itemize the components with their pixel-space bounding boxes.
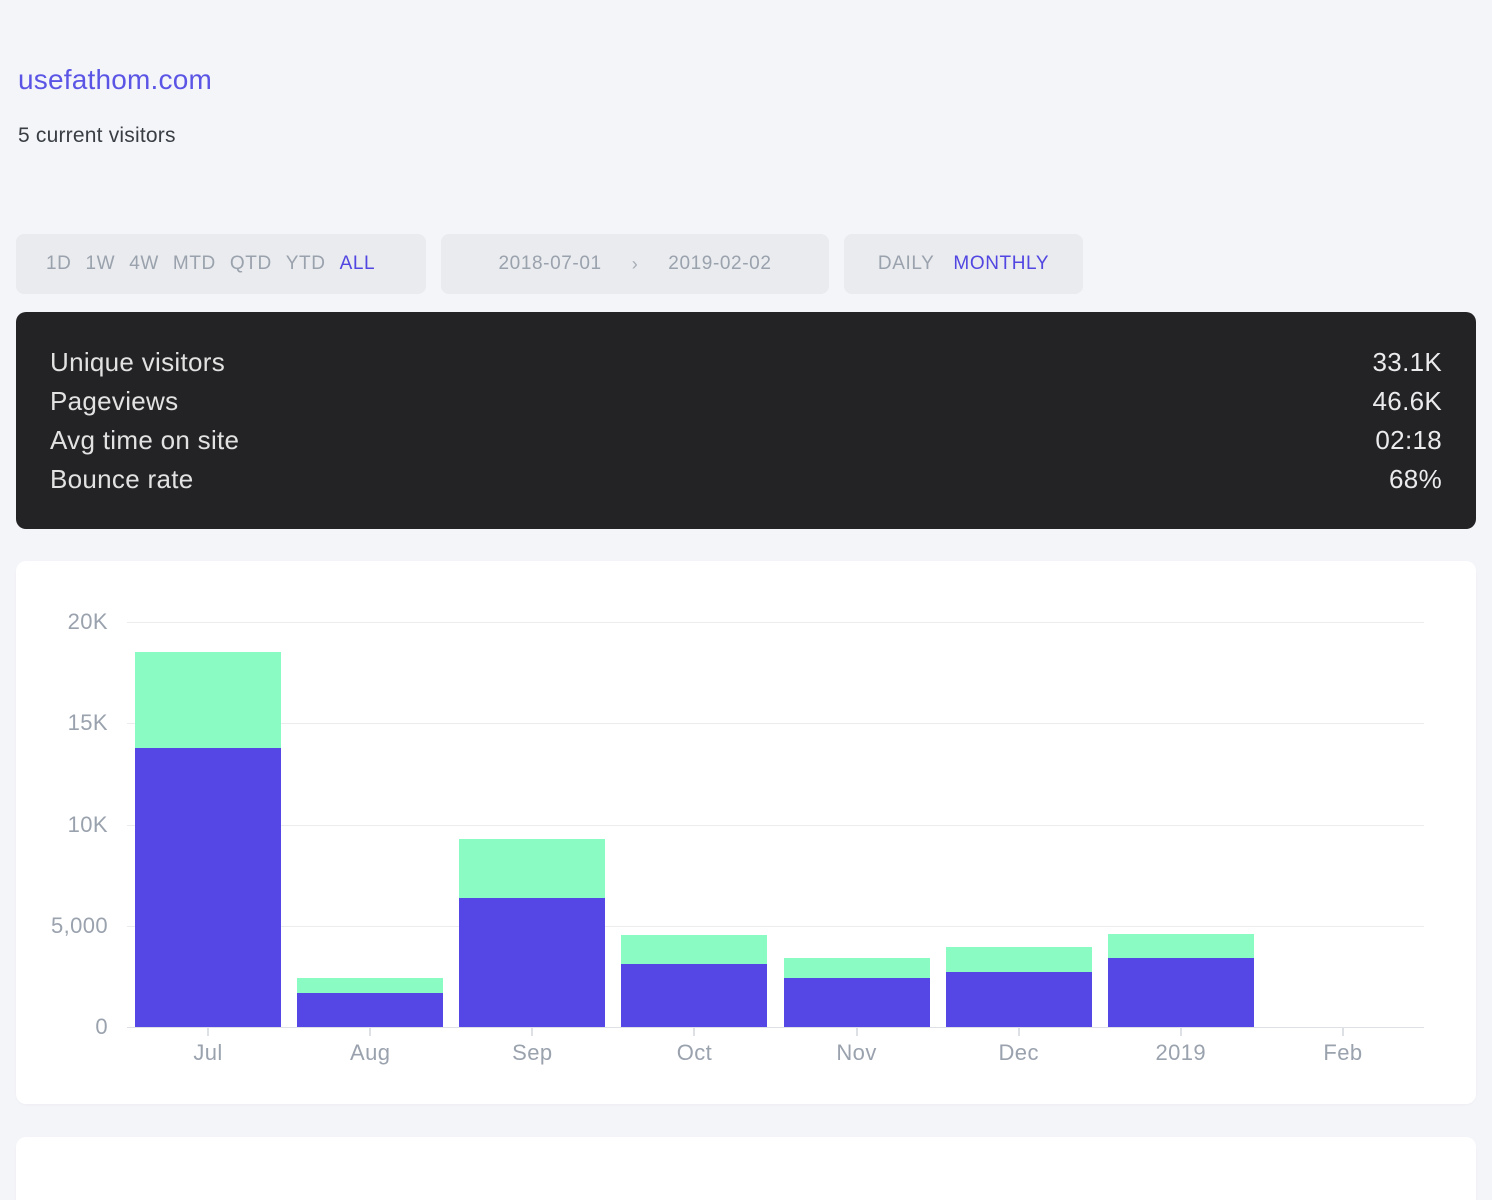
x-tick-mark (1180, 1027, 1182, 1036)
bar-slot-2019 (1100, 622, 1262, 1027)
granularity-toggle: DAILY MONTHLY (844, 234, 1083, 294)
stacked-bar-sep[interactable] (459, 622, 605, 1027)
x-tick-mark (1018, 1027, 1020, 1036)
pageviews-segment (459, 839, 605, 899)
range-qtd-button[interactable]: QTD (230, 253, 272, 275)
stat-value: 68% (1389, 464, 1442, 495)
x-tick-mark (856, 1027, 858, 1036)
x-axis-label-feb: Feb (1262, 1040, 1424, 1066)
range-1w-button[interactable]: 1W (86, 253, 116, 275)
pageviews-segment (946, 947, 1092, 972)
bar-slot-nov (776, 622, 938, 1027)
stat-row-pageviews: Pageviews 46.6K (50, 382, 1442, 421)
x-axis-label-jul: Jul (127, 1040, 289, 1066)
x-axis-label-aug: Aug (289, 1040, 451, 1066)
range-mtd-button[interactable]: MTD (173, 253, 216, 275)
pageviews-segment (135, 652, 281, 747)
x-tick-slot (1100, 1027, 1262, 1037)
toolbar: 1D 1W 4W MTD QTD YTD ALL 2018-07-01 › 20… (16, 234, 1476, 294)
date-range-picker: 2018-07-01 › 2019-02-02 (441, 234, 829, 294)
visitors-segment (459, 898, 605, 1027)
range-1d-button[interactable]: 1D (46, 253, 72, 275)
x-tick-mark (693, 1027, 695, 1036)
x-tick-slot (289, 1027, 451, 1037)
pageviews-segment (784, 958, 930, 978)
x-axis-label-dec: Dec (938, 1040, 1100, 1066)
x-axis-label-nov: Nov (776, 1040, 938, 1066)
x-tick-mark (531, 1027, 533, 1036)
x-axis-ticks (127, 1027, 1424, 1037)
stacked-bar-oct[interactable] (621, 622, 767, 1027)
stat-value: 33.1K (1373, 347, 1442, 378)
x-axis-label-2019: 2019 (1100, 1040, 1262, 1066)
pageviews-segment (621, 935, 767, 964)
stat-value: 02:18 (1375, 425, 1442, 456)
x-tick-slot (1262, 1027, 1424, 1037)
x-axis-label-oct: Oct (613, 1040, 775, 1066)
x-tick-slot (451, 1027, 613, 1037)
stacked-bar-aug[interactable] (297, 622, 443, 1027)
stacked-bar-dec[interactable] (946, 622, 1092, 1027)
visitors-chart-panel: 20K15K10K5,0000 JulAugSepOctNovDec2019Fe… (16, 561, 1476, 1104)
summary-stats-panel: Unique visitors 33.1K Pageviews 46.6K Av… (16, 312, 1476, 529)
stacked-bar-nov[interactable] (784, 622, 930, 1027)
x-axis-labels: JulAugSepOctNovDec2019Feb (127, 1040, 1424, 1066)
y-axis-label: 15K (16, 710, 108, 736)
stat-label: Unique visitors (50, 347, 225, 378)
stat-label: Pageviews (50, 386, 178, 417)
y-axis-label: 10K (16, 812, 108, 838)
date-range-presets: 1D 1W 4W MTD QTD YTD ALL (16, 234, 426, 294)
x-tick-mark (207, 1027, 209, 1036)
range-4w-button[interactable]: 4W (129, 253, 159, 275)
range-all-button[interactable]: ALL (340, 253, 376, 275)
stat-row-unique-visitors: Unique visitors 33.1K (50, 343, 1442, 382)
stacked-bar-jul[interactable] (135, 622, 281, 1027)
stacked-bar-2019[interactable] (1108, 622, 1254, 1027)
visitors-segment (297, 993, 443, 1027)
stat-row-bounce-rate: Bounce rate 68% (50, 460, 1442, 499)
stacked-bar-feb[interactable] (1270, 622, 1416, 1027)
dashboard-page: usefathom.com 5 current visitors 1D 1W 4… (0, 0, 1492, 1200)
pageviews-segment (297, 978, 443, 992)
date-to-button[interactable]: 2019-02-02 (668, 253, 771, 275)
stat-row-avg-time: Avg time on site 02:18 (50, 421, 1442, 460)
visitors-segment (135, 748, 281, 1027)
pageviews-segment (1108, 934, 1254, 958)
visitors-segment (946, 972, 1092, 1027)
stat-label: Avg time on site (50, 425, 239, 456)
range-ytd-button[interactable]: YTD (286, 253, 326, 275)
x-tick-mark (1342, 1027, 1344, 1036)
bar-slot-jul (127, 622, 289, 1027)
chevron-right-icon: › (632, 254, 639, 275)
date-from-button[interactable]: 2018-07-01 (498, 253, 601, 275)
bars-container (127, 622, 1424, 1027)
bar-slot-sep (451, 622, 613, 1027)
x-tick-slot (776, 1027, 938, 1037)
x-axis-label-sep: Sep (451, 1040, 613, 1066)
y-axis-label: 5,000 (16, 913, 108, 939)
x-tick-mark (369, 1027, 371, 1036)
bar-chart-plot-area: 20K15K10K5,0000 (127, 622, 1424, 1027)
bar-slot-feb (1262, 622, 1424, 1027)
next-card-partial (16, 1137, 1476, 1200)
bar-slot-dec (938, 622, 1100, 1027)
y-axis-label: 20K (16, 609, 108, 635)
bar-slot-aug (289, 622, 451, 1027)
stat-label: Bounce rate (50, 464, 194, 495)
visitors-segment (784, 978, 930, 1027)
site-domain-link[interactable]: usefathom.com (18, 64, 212, 96)
x-tick-slot (127, 1027, 289, 1037)
granularity-monthly-button[interactable]: MONTHLY (953, 253, 1049, 275)
granularity-daily-button[interactable]: DAILY (878, 253, 935, 275)
y-axis-label: 0 (16, 1014, 108, 1040)
bar-slot-oct (613, 622, 775, 1027)
x-tick-slot (938, 1027, 1100, 1037)
x-tick-slot (613, 1027, 775, 1037)
stat-value: 46.6K (1373, 386, 1442, 417)
visitors-segment (1108, 958, 1254, 1027)
current-visitors-text: 5 current visitors (18, 124, 1476, 148)
visitors-segment (621, 964, 767, 1027)
